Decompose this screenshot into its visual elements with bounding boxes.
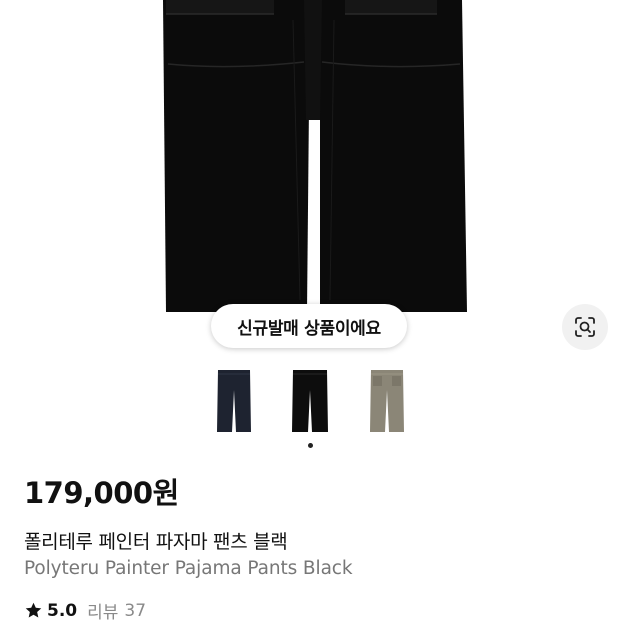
new-release-badge: 신규발매 상품이에요 <box>211 304 407 348</box>
carousel-indicator-dot <box>308 443 313 448</box>
review-label: 리뷰 <box>87 603 119 623</box>
rating-value: 5.0 <box>47 600 78 621</box>
star-icon <box>25 602 42 618</box>
thumbnail-navy[interactable] <box>214 368 254 434</box>
thumbnail-khaki[interactable] <box>367 368 407 434</box>
image-search-button[interactable] <box>562 304 608 350</box>
review-count: 37 <box>124 600 147 621</box>
color-thumbnail-strip <box>0 368 620 438</box>
product-price: 179,000원 <box>24 476 179 510</box>
lens-search-icon <box>575 317 595 337</box>
product-name-english: Polyteru Painter Pajama Pants Black <box>24 558 353 579</box>
product-name-korean: 폴리테루 페인터 파자마 팬츠 블랙 <box>24 531 288 553</box>
thumbnail-black[interactable] <box>290 368 330 434</box>
rating-summary[interactable]: 5.0 리뷰 37 <box>24 598 146 623</box>
product-image-area[interactable]: 신규발매 상품이에요 <box>0 0 620 360</box>
